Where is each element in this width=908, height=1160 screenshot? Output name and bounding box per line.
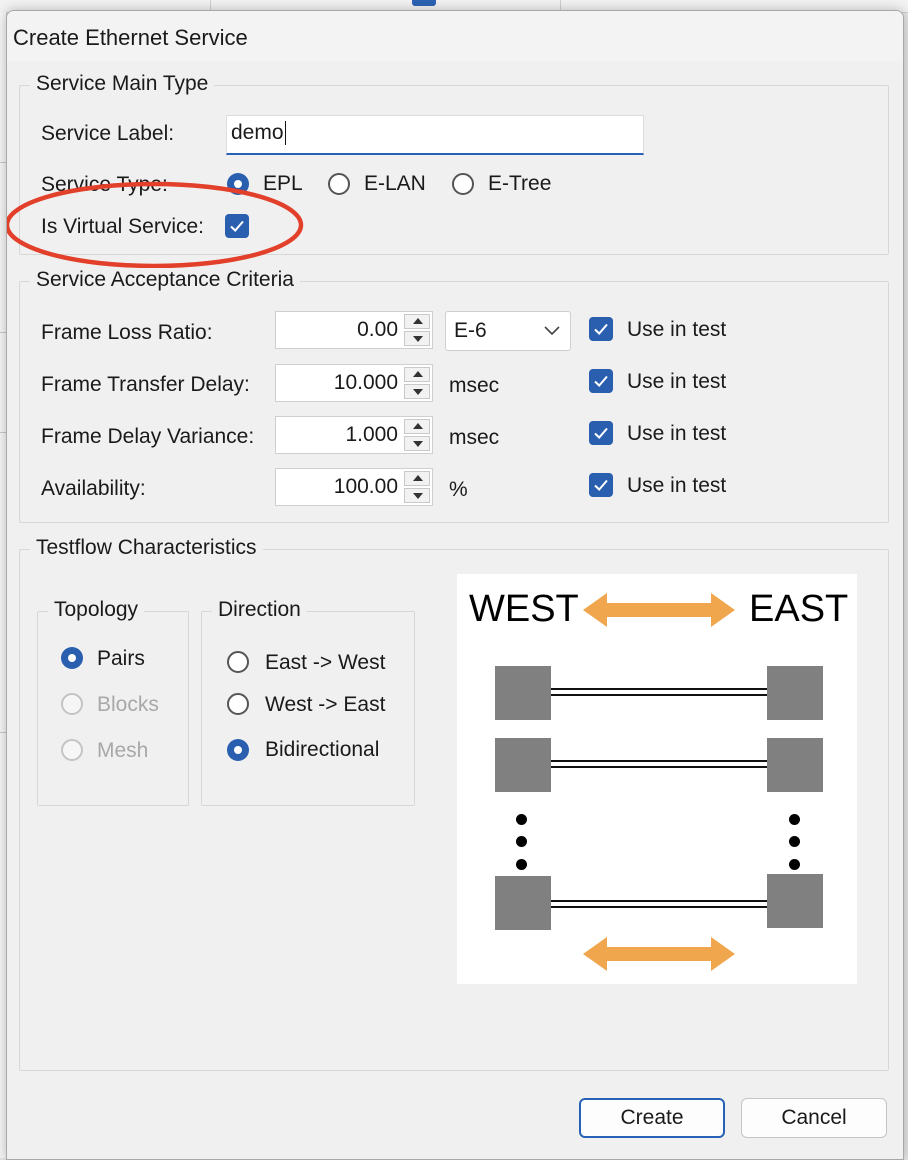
direction-bidirectional-label[interactable]: Bidirectional [265, 738, 379, 762]
frame-delay-variance-label: Frame Delay Variance: [41, 425, 255, 448]
direction-bidirectional-radio[interactable] [227, 739, 249, 761]
double-arrow-icon [583, 593, 735, 627]
ellipsis-dot [789, 859, 800, 870]
topology-diagram: WEST EAST [457, 574, 857, 984]
frame-delay-variance-spinner[interactable]: 1.000 [275, 416, 433, 454]
frame-transfer-use-in-test-checkbox[interactable] [589, 369, 613, 393]
chevron-down-icon [544, 326, 560, 336]
service-type-etree-radio[interactable] [452, 173, 474, 195]
ellipsis-dot [789, 814, 800, 825]
ellipsis-dot [516, 814, 527, 825]
availability-spinner[interactable]: 100.00 [275, 468, 433, 506]
link-line [551, 760, 767, 768]
frame-loss-use-in-test-checkbox[interactable] [589, 317, 613, 341]
west-node [495, 738, 551, 792]
testflow-characteristics-legend: Testflow Characteristics [30, 536, 263, 560]
spin-down-button[interactable] [404, 488, 430, 503]
availability-value: 100.00 [333, 475, 398, 498]
service-main-type-legend: Service Main Type [30, 72, 215, 96]
frame-loss-unit-dropdown[interactable]: E-6 [445, 311, 571, 351]
topology-mesh-label: Mesh [97, 739, 149, 762]
frame-transfer-delay-value: 10.000 [333, 371, 398, 394]
frame-loss-ratio-label: Frame Loss Ratio: [41, 321, 213, 344]
cancel-button[interactable]: Cancel [741, 1098, 887, 1138]
service-type-etree-label[interactable]: E-Tree [488, 172, 551, 196]
link-line [551, 900, 767, 908]
frame-loss-use-in-test-label[interactable]: Use in test [627, 318, 726, 342]
service-type-elan-label[interactable]: E-LAN [364, 172, 426, 196]
service-type-caption: Service Type: [41, 173, 168, 196]
spin-down-button[interactable] [404, 384, 430, 399]
topology-pairs-radio[interactable] [61, 647, 83, 669]
east-node [767, 738, 823, 792]
checkmark-icon [230, 220, 244, 232]
service-label-input[interactable]: demo [226, 115, 644, 155]
background-selection-indicator [412, 0, 436, 6]
topology-blocks-label: Blocks [97, 693, 159, 716]
frame-delay-use-in-test-checkbox[interactable] [589, 421, 613, 445]
frame-transfer-delay-unit: msec [449, 374, 500, 397]
direction-east-west-radio[interactable] [227, 651, 249, 673]
frame-delay-use-in-test-label[interactable]: Use in test [627, 422, 726, 446]
frame-loss-unit-value: E-6 [454, 319, 487, 342]
availability-use-in-test-checkbox[interactable] [589, 473, 613, 497]
spin-up-button[interactable] [404, 367, 430, 382]
direction-west-east-label[interactable]: West -> East [265, 693, 385, 717]
spin-down-button[interactable] [404, 436, 430, 451]
frame-transfer-delay-label: Frame Transfer Delay: [41, 373, 250, 396]
service-type-epl-label[interactable]: EPL [263, 172, 303, 196]
diagram-west-label: WEST [469, 588, 579, 630]
spin-up-button[interactable] [404, 471, 430, 486]
checkmark-icon [594, 479, 608, 491]
spin-up-button[interactable] [404, 314, 430, 329]
topology-mesh-radio [61, 739, 83, 761]
service-label-value: demo [231, 121, 284, 144]
frame-delay-variance-unit: msec [449, 426, 500, 449]
checkmark-icon [594, 427, 608, 439]
service-type-elan-radio[interactable] [328, 173, 350, 195]
spin-down-button[interactable] [404, 331, 430, 346]
east-node [767, 874, 823, 928]
diagram-east-label: EAST [749, 588, 849, 630]
availability-label: Availability: [41, 477, 146, 500]
acceptance-criteria-legend: Service Acceptance Criteria [30, 268, 300, 292]
availability-use-in-test-label[interactable]: Use in test [627, 474, 726, 498]
spin-up-button[interactable] [404, 419, 430, 434]
checkmark-icon [594, 323, 608, 335]
east-node [767, 666, 823, 720]
double-arrow-icon [583, 937, 735, 971]
ellipsis-dot [789, 836, 800, 847]
direction-legend: Direction [212, 598, 307, 622]
topology-legend: Topology [48, 598, 145, 622]
service-label-caption: Service Label: [41, 122, 175, 145]
direction-east-west-label[interactable]: East -> West [265, 651, 385, 675]
link-line [551, 688, 767, 696]
topology-pairs-label[interactable]: Pairs [97, 647, 145, 671]
checkmark-icon [594, 375, 608, 387]
service-type-epl-radio[interactable] [227, 173, 249, 195]
create-ethernet-service-dialog: Create Ethernet Service Service Main Typ… [6, 10, 904, 1160]
availability-unit: % [449, 478, 468, 501]
frame-transfer-delay-spinner[interactable]: 10.000 [275, 364, 433, 402]
ellipsis-dot [516, 836, 527, 847]
topology-blocks-radio [61, 693, 83, 715]
text-caret [285, 121, 286, 145]
west-node [495, 666, 551, 720]
title-bar[interactable]: Create Ethernet Service [7, 11, 903, 61]
frame-loss-ratio-spinner[interactable]: 0.00 [275, 311, 433, 349]
west-node [495, 876, 551, 930]
virtual-service-checkbox[interactable] [225, 214, 249, 238]
create-button[interactable]: Create [579, 1098, 725, 1138]
ellipsis-dot [516, 859, 527, 870]
dialog-title: Create Ethernet Service [13, 25, 248, 50]
direction-west-east-radio[interactable] [227, 693, 249, 715]
frame-transfer-use-in-test-label[interactable]: Use in test [627, 370, 726, 394]
frame-loss-ratio-value: 0.00 [357, 318, 398, 341]
frame-delay-variance-value: 1.000 [345, 423, 398, 446]
virtual-service-caption: Is Virtual Service: [41, 215, 205, 238]
